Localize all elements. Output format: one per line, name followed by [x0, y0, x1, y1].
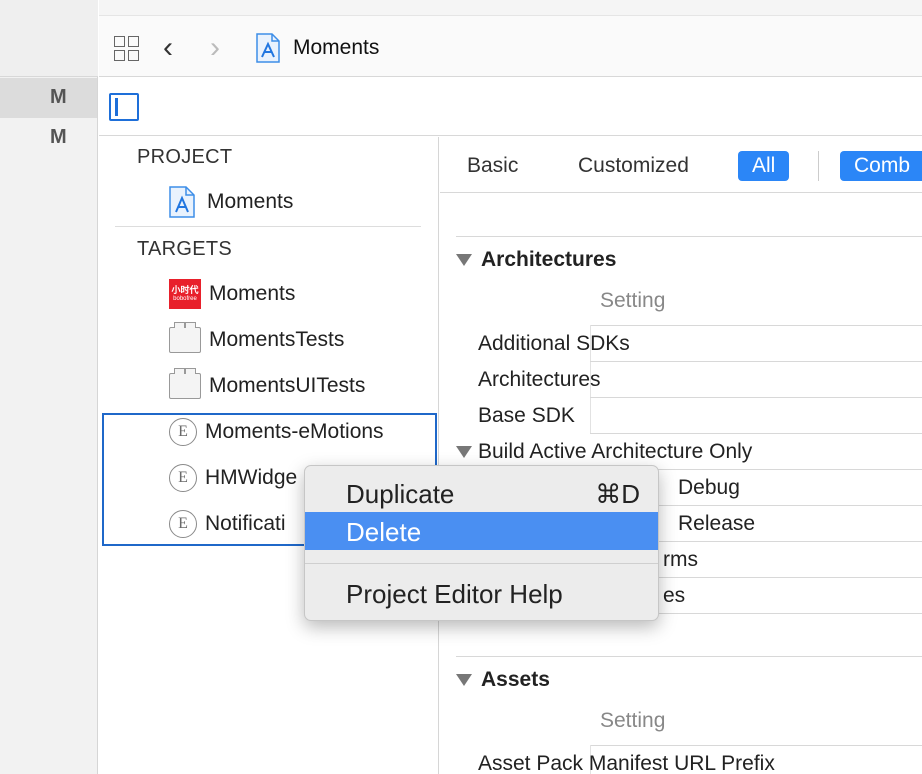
project-item-label: Moments [207, 190, 294, 213]
setting-row-asset-pack-prefix[interactable]: Asset Pack Manifest URL Prefix [478, 752, 775, 774]
build-settings-editor: Basic Customized All Comb Architectures … [440, 137, 922, 774]
settings-filter-bar: Basic Customized All Comb [440, 137, 922, 193]
bundle-icon [169, 368, 201, 399]
setting-row-partial[interactable]: rms [663, 548, 698, 572]
target-item-moments-tests[interactable]: MomentsTests [169, 322, 345, 356]
bundle-icon [169, 322, 201, 353]
disclosure-triangle-icon[interactable] [456, 446, 472, 458]
menu-item-label: Duplicate [346, 479, 455, 509]
project-section-header: PROJECT [137, 146, 233, 168]
menu-item-label: Delete [346, 517, 422, 547]
setting-row-build-active-arch[interactable]: Build Active Architecture Only [478, 440, 752, 464]
group-top-rule [456, 656, 922, 657]
filter-divider [818, 151, 819, 181]
editor-toolbar [99, 78, 922, 136]
context-menu: Duplicate ⌘D Delete Project Editor Help [304, 465, 659, 621]
row-rule [590, 361, 922, 362]
row-rule [590, 325, 922, 326]
left-gutter: M M [0, 0, 98, 774]
gutter-top-strip [0, 0, 98, 77]
gutter-row[interactable]: M [0, 118, 97, 158]
breadcrumb-title[interactable]: Moments [293, 36, 379, 60]
editor-jump-bar: ‹ › Moments [99, 0, 922, 77]
project-file-icon [169, 186, 199, 218]
menu-item-shortcut: ⌘D [595, 479, 640, 509]
gutter-row-badge: M [50, 126, 67, 148]
targets-section-header: TARGETS [137, 238, 233, 260]
filter-combined-tab[interactable]: Comb [840, 151, 922, 181]
window-edge [99, 0, 922, 16]
setting-row-architectures[interactable]: Architectures [478, 368, 601, 392]
filter-customized-tab[interactable]: Customized [578, 151, 689, 181]
gutter-row-badge: M [50, 86, 67, 108]
menu-item-delete[interactable]: Delete [305, 512, 658, 550]
menu-separator [305, 563, 658, 564]
section-divider [115, 226, 421, 227]
forward-chevron-icon[interactable]: › [210, 30, 220, 66]
group-header-assets: Assets [481, 668, 550, 691]
menu-item-label: Project Editor Help [346, 579, 563, 609]
group-header-architectures: Architectures [481, 248, 617, 271]
target-item-label: MomentsUITests [209, 374, 366, 397]
target-item-label: Moments [209, 282, 296, 305]
filter-all-tab[interactable]: All [738, 151, 790, 181]
config-debug[interactable]: Debug [678, 476, 740, 500]
row-rule [590, 745, 922, 746]
row-rule [590, 397, 922, 398]
menu-item-duplicate[interactable]: Duplicate ⌘D [305, 474, 658, 512]
target-item-moments-ui-tests[interactable]: MomentsUITests [169, 368, 366, 402]
brand-icon-subtext: bobofree [173, 296, 197, 302]
related-items-grid-icon[interactable] [114, 36, 140, 62]
setting-row-additional-sdks[interactable]: Additional SDKs [478, 332, 630, 356]
config-release[interactable]: Release [678, 512, 755, 536]
menu-item-project-editor-help[interactable]: Project Editor Help [305, 574, 658, 612]
target-item-moments[interactable]: 小时代 bobofree Moments [169, 278, 295, 310]
project-item-moments[interactable]: Moments [169, 186, 293, 218]
gutter-row-selected[interactable]: M [0, 78, 97, 118]
group-top-rule [456, 236, 922, 237]
setting-row-partial[interactable]: es [663, 584, 685, 608]
row-rule [590, 433, 922, 434]
setting-column-header: Setting [600, 289, 666, 312]
filter-basic-tab[interactable]: Basic [467, 151, 518, 181]
target-item-label: MomentsTests [209, 328, 345, 351]
setting-row-base-sdk[interactable]: Base SDK [478, 404, 575, 428]
app-brand-icon: 小时代 bobofree [169, 279, 201, 309]
brand-icon-text: 小时代 [171, 285, 199, 295]
disclosure-triangle-icon[interactable] [456, 254, 472, 266]
back-chevron-icon[interactable]: ‹ [163, 30, 173, 66]
sidebar-toggle-icon[interactable] [109, 93, 139, 121]
project-file-icon [256, 33, 280, 68]
setting-column-header: Setting [600, 709, 666, 732]
disclosure-triangle-icon[interactable] [456, 674, 472, 686]
